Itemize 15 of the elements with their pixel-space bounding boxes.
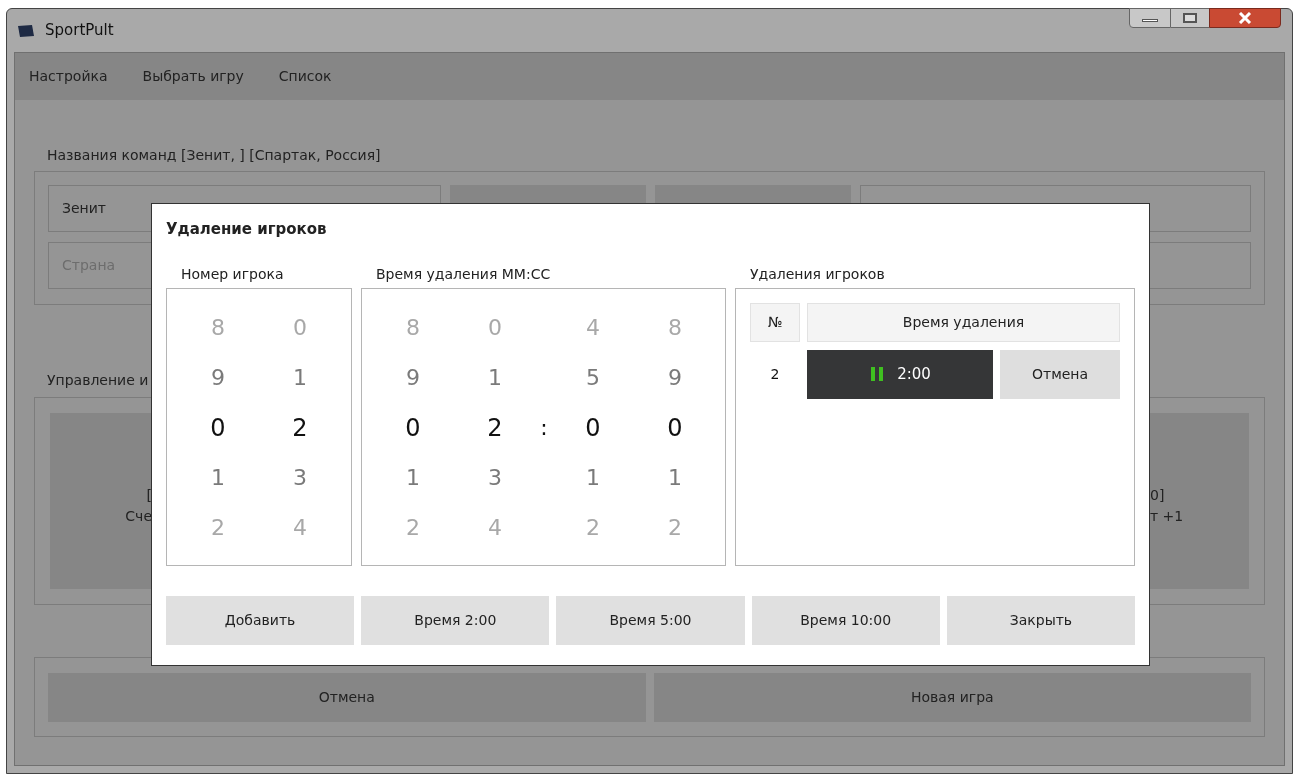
column-label: Удаления игроков	[749, 264, 886, 284]
column-header: Время удаления	[807, 302, 1120, 342]
column-header: №	[750, 302, 800, 342]
window-title: SportPult	[45, 20, 114, 42]
player-number: 2	[769, 364, 781, 384]
score-label: т +1	[1150, 507, 1184, 526]
dialog-title: Удаление игроков	[166, 219, 328, 240]
score-label: 0]	[1150, 486, 1165, 505]
group-label: Управление и	[46, 371, 150, 390]
group-label: Названия команд [Зенит, ] [Спартак, Россия]	[46, 146, 382, 165]
score-label: Сче	[125, 507, 152, 526]
time-separator: :	[539, 414, 549, 442]
column-label: Номер игрока	[180, 264, 285, 284]
column-label: Время удаления ММ:СС	[375, 264, 552, 284]
score-label: [	[146, 486, 152, 505]
